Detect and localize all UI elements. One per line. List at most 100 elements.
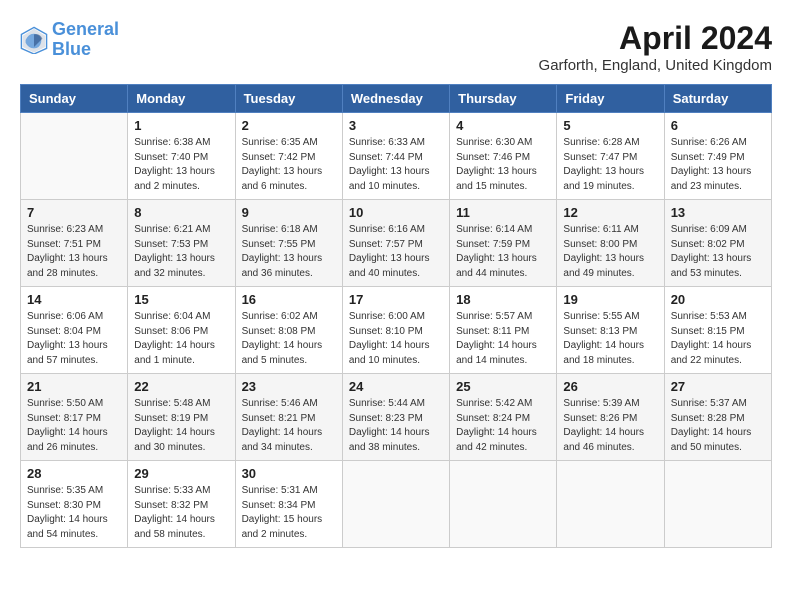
calendar-cell: 10 Sunrise: 6:16 AM Sunset: 7:57 PM Dayli… bbox=[342, 200, 449, 287]
day-info: Sunrise: 5:53 AM Sunset: 8:15 PM Dayligh… bbox=[671, 310, 765, 368]
calendar-cell: 11 Sunrise: 6:14 AM Sunset: 7:59 PM Dayli… bbox=[450, 200, 557, 287]
day-info: Sunrise: 5:48 AM Sunset: 8:19 PM Dayligh… bbox=[134, 397, 228, 455]
day-info: Sunrise: 6:16 AM Sunset: 7:57 PM Dayligh… bbox=[349, 223, 443, 281]
calendar-cell bbox=[21, 113, 128, 200]
day-number: 7 bbox=[27, 205, 121, 220]
day-info: Sunrise: 5:33 AM Sunset: 8:32 PM Dayligh… bbox=[134, 484, 228, 542]
day-number: 19 bbox=[563, 292, 657, 307]
day-info: Sunrise: 6:26 AM Sunset: 7:49 PM Dayligh… bbox=[671, 136, 765, 194]
day-info: Sunrise: 5:37 AM Sunset: 8:28 PM Dayligh… bbox=[671, 397, 765, 455]
column-header-friday: Friday bbox=[557, 85, 664, 113]
calendar-cell: 29 Sunrise: 5:33 AM Sunset: 8:32 PM Dayli… bbox=[128, 461, 235, 548]
day-info: Sunrise: 6:30 AM Sunset: 7:46 PM Dayligh… bbox=[456, 136, 550, 194]
day-number: 14 bbox=[27, 292, 121, 307]
day-info: Sunrise: 6:14 AM Sunset: 7:59 PM Dayligh… bbox=[456, 223, 550, 281]
column-header-wednesday: Wednesday bbox=[342, 85, 449, 113]
logo-general: General bbox=[52, 19, 119, 39]
day-number: 12 bbox=[563, 205, 657, 220]
day-info: Sunrise: 6:35 AM Sunset: 7:42 PM Dayligh… bbox=[242, 136, 336, 194]
day-number: 10 bbox=[349, 205, 443, 220]
calendar-cell: 5Sunrise: 6:28 AM Sunset: 7:47 PM Daylig… bbox=[557, 113, 664, 200]
day-info: Sunrise: 6:28 AM Sunset: 7:47 PM Dayligh… bbox=[563, 136, 657, 194]
calendar-cell: 27 Sunrise: 5:37 AM Sunset: 8:28 PM Dayli… bbox=[664, 374, 771, 461]
calendar-cell: 21Sunrise: 5:50 AM Sunset: 8:17 PM Dayli… bbox=[21, 374, 128, 461]
day-number: 13 bbox=[671, 205, 765, 220]
calendar-cell: 13 Sunrise: 6:09 AM Sunset: 8:02 PM Dayli… bbox=[664, 200, 771, 287]
day-info: Sunrise: 6:18 AM Sunset: 7:55 PM Dayligh… bbox=[242, 223, 336, 281]
day-number: 23 bbox=[242, 379, 336, 394]
day-info: Sunrise: 6:33 AM Sunset: 7:44 PM Dayligh… bbox=[349, 136, 443, 194]
day-number: 17 bbox=[349, 292, 443, 307]
day-number: 28 bbox=[27, 466, 121, 481]
logo-icon bbox=[20, 26, 48, 54]
month-year-title: April 2024 bbox=[539, 20, 772, 57]
day-number: 15 bbox=[134, 292, 228, 307]
day-number: 18 bbox=[456, 292, 550, 307]
calendar-cell: 23Sunrise: 5:46 AM Sunset: 8:21 PM Dayli… bbox=[235, 374, 342, 461]
calendar-cell: 16Sunrise: 6:02 AM Sunset: 8:08 PM Dayli… bbox=[235, 287, 342, 374]
day-number: 20 bbox=[671, 292, 765, 307]
calendar-cell: 28Sunrise: 5:35 AM Sunset: 8:30 PM Dayli… bbox=[21, 461, 128, 548]
day-info: Sunrise: 5:31 AM Sunset: 8:34 PM Dayligh… bbox=[242, 484, 336, 542]
column-header-tuesday: Tuesday bbox=[235, 85, 342, 113]
day-number: 22 bbox=[134, 379, 228, 394]
day-number: 2 bbox=[242, 118, 336, 133]
day-number: 3 bbox=[349, 118, 443, 133]
day-number: 24 bbox=[349, 379, 443, 394]
day-number: 21 bbox=[27, 379, 121, 394]
calendar-cell: 7Sunrise: 6:23 AM Sunset: 7:51 PM Daylig… bbox=[21, 200, 128, 287]
calendar-cell: 9Sunrise: 6:18 AM Sunset: 7:55 PM Daylig… bbox=[235, 200, 342, 287]
calendar-cell: 2 Sunrise: 6:35 AM Sunset: 7:42 PM Daylig… bbox=[235, 113, 342, 200]
day-number: 11 bbox=[456, 205, 550, 220]
location-subtitle: Garforth, England, United Kingdom bbox=[539, 57, 772, 74]
day-number: 1 bbox=[134, 118, 228, 133]
day-info: Sunrise: 5:39 AM Sunset: 8:26 PM Dayligh… bbox=[563, 397, 657, 455]
calendar-cell: 8 Sunrise: 6:21 AM Sunset: 7:53 PM Daylig… bbox=[128, 200, 235, 287]
column-header-thursday: Thursday bbox=[450, 85, 557, 113]
day-number: 26 bbox=[563, 379, 657, 394]
calendar-cell: 17 Sunrise: 6:00 AM Sunset: 8:10 PM Dayli… bbox=[342, 287, 449, 374]
day-number: 4 bbox=[456, 118, 550, 133]
calendar-cell: 3 Sunrise: 6:33 AM Sunset: 7:44 PM Daylig… bbox=[342, 113, 449, 200]
calendar-cell: 30Sunrise: 5:31 AM Sunset: 8:34 PM Dayli… bbox=[235, 461, 342, 548]
day-info: Sunrise: 5:42 AM Sunset: 8:24 PM Dayligh… bbox=[456, 397, 550, 455]
calendar-cell: 22 Sunrise: 5:48 AM Sunset: 8:19 PM Dayli… bbox=[128, 374, 235, 461]
calendar-cell: 14 Sunrise: 6:06 AM Sunset: 8:04 PM Dayli… bbox=[21, 287, 128, 374]
day-number: 6 bbox=[671, 118, 765, 133]
day-number: 25 bbox=[456, 379, 550, 394]
calendar-cell: 4 Sunrise: 6:30 AM Sunset: 7:46 PM Daylig… bbox=[450, 113, 557, 200]
day-info: Sunrise: 6:06 AM Sunset: 8:04 PM Dayligh… bbox=[27, 310, 121, 368]
day-number: 8 bbox=[134, 205, 228, 220]
calendar-cell: 15 Sunrise: 6:04 AM Sunset: 8:06 PM Dayli… bbox=[128, 287, 235, 374]
day-number: 29 bbox=[134, 466, 228, 481]
day-info: Sunrise: 6:21 AM Sunset: 7:53 PM Dayligh… bbox=[134, 223, 228, 281]
day-number: 27 bbox=[671, 379, 765, 394]
calendar-cell: 20 Sunrise: 5:53 AM Sunset: 8:15 PM Dayli… bbox=[664, 287, 771, 374]
day-number: 16 bbox=[242, 292, 336, 307]
column-header-monday: Monday bbox=[128, 85, 235, 113]
calendar-cell: 18 Sunrise: 5:57 AM Sunset: 8:11 PM Dayli… bbox=[450, 287, 557, 374]
calendar-cell: 24 Sunrise: 5:44 AM Sunset: 8:23 PM Dayli… bbox=[342, 374, 449, 461]
header: General Blue April 2024 Garforth, Englan… bbox=[20, 20, 772, 74]
day-info: Sunrise: 5:57 AM Sunset: 8:11 PM Dayligh… bbox=[456, 310, 550, 368]
day-info: Sunrise: 6:38 AM Sunset: 7:40 PM Dayligh… bbox=[134, 136, 228, 194]
day-info: Sunrise: 6:00 AM Sunset: 8:10 PM Dayligh… bbox=[349, 310, 443, 368]
calendar-cell: 6 Sunrise: 6:26 AM Sunset: 7:49 PM Daylig… bbox=[664, 113, 771, 200]
calendar-table: SundayMondayTuesdayWednesdayThursdayFrid… bbox=[20, 84, 772, 548]
calendar-cell: 12 Sunrise: 6:11 AM Sunset: 8:00 PM Dayli… bbox=[557, 200, 664, 287]
calendar-cell bbox=[342, 461, 449, 548]
title-area: April 2024 Garforth, England, United Kin… bbox=[539, 20, 772, 74]
logo-text: General Blue bbox=[52, 20, 119, 60]
calendar-cell bbox=[557, 461, 664, 548]
calendar-cell: 25 Sunrise: 5:42 AM Sunset: 8:24 PM Dayli… bbox=[450, 374, 557, 461]
calendar-week-row: 7Sunrise: 6:23 AM Sunset: 7:51 PM Daylig… bbox=[21, 200, 772, 287]
day-info: Sunrise: 5:44 AM Sunset: 8:23 PM Dayligh… bbox=[349, 397, 443, 455]
calendar-cell bbox=[450, 461, 557, 548]
day-info: Sunrise: 6:04 AM Sunset: 8:06 PM Dayligh… bbox=[134, 310, 228, 368]
day-info: Sunrise: 6:11 AM Sunset: 8:00 PM Dayligh… bbox=[563, 223, 657, 281]
day-info: Sunrise: 5:55 AM Sunset: 8:13 PM Dayligh… bbox=[563, 310, 657, 368]
day-info: Sunrise: 6:09 AM Sunset: 8:02 PM Dayligh… bbox=[671, 223, 765, 281]
column-header-saturday: Saturday bbox=[664, 85, 771, 113]
calendar-week-row: 21Sunrise: 5:50 AM Sunset: 8:17 PM Dayli… bbox=[21, 374, 772, 461]
logo-blue: Blue bbox=[52, 39, 91, 59]
